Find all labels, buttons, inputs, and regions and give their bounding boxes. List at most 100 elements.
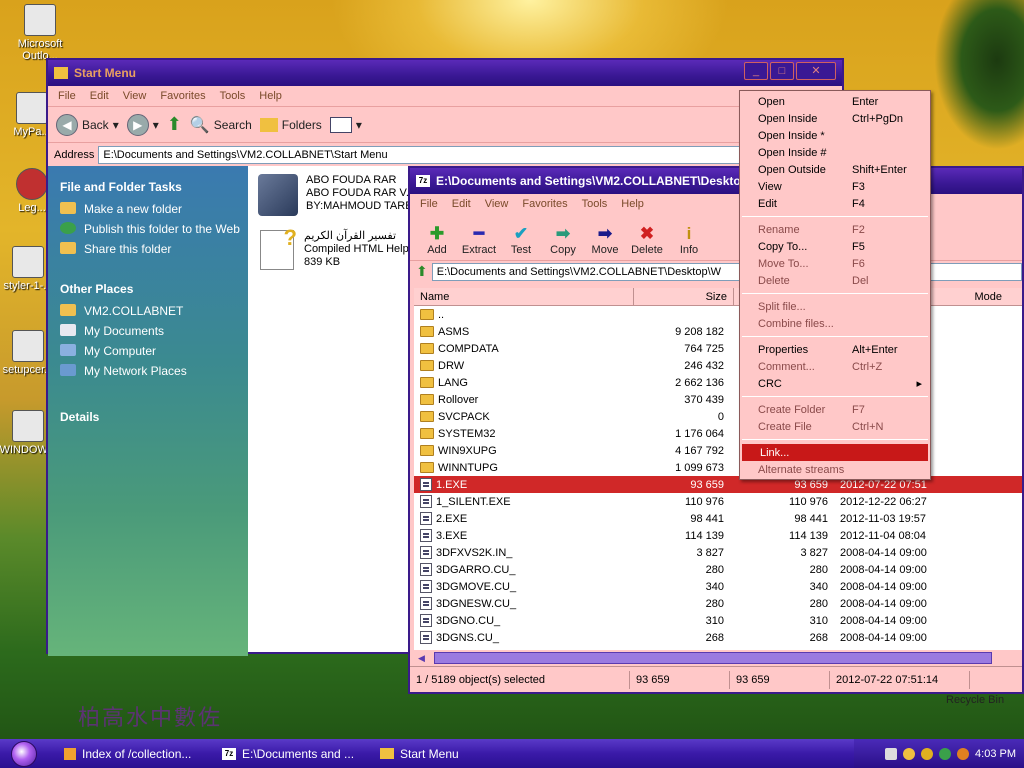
- sevenzip-address-input[interactable]: E:\Documents and Settings\VM2.COLLABNET\…: [431, 262, 1022, 281]
- search-icon[interactable]: [957, 747, 970, 760]
- details-title[interactable]: Details: [48, 382, 248, 430]
- table-row[interactable]: 3DGNO.CU_ 310 310 2008-04-14 09:00: [414, 612, 1022, 629]
- menu-item[interactable]: Create Folder F7: [740, 401, 930, 418]
- file-icon: [420, 563, 432, 576]
- menu-tools[interactable]: Tools: [582, 198, 608, 210]
- test-button[interactable]: ✔ Test: [502, 224, 540, 256]
- menu-help[interactable]: Help: [621, 198, 644, 210]
- taskbar-item-7zip[interactable]: 7z E:\Documents and ...: [214, 742, 364, 765]
- horizontal-scrollbar[interactable]: ◀: [414, 650, 1022, 666]
- table-row[interactable]: 3DGARRO.CU_ 280 280 2008-04-14 09:00: [414, 561, 1022, 578]
- menu-view[interactable]: View: [123, 90, 147, 102]
- menu-edit[interactable]: Edit: [90, 90, 109, 102]
- network-icon[interactable]: [939, 747, 952, 760]
- up-folder-icon[interactable]: ⬆: [416, 263, 428, 280]
- task-publish-web[interactable]: Publish this folder to the Web: [48, 220, 248, 240]
- table-row[interactable]: 3.EXE 114 139 114 139 2012-11-04 08:04: [414, 527, 1022, 544]
- menu-item[interactable]: Comment... Ctrl+Z: [740, 358, 930, 375]
- menu-edit[interactable]: Edit: [452, 198, 471, 210]
- recycle-bin-label[interactable]: Recycle Bin: [946, 694, 1004, 706]
- security-icon[interactable]: [921, 747, 934, 760]
- other-places-title[interactable]: Other Places: [48, 260, 248, 302]
- file-item-abo-fouda[interactable]: ABO FOUDA RAR ABO FOUDA RAR V.1 BY:MAHMO…: [258, 174, 420, 216]
- menu-item[interactable]: Delete Del: [740, 272, 930, 289]
- menu-item[interactable]: Properties Alt+Enter: [740, 341, 930, 358]
- taskbar-item-start-menu[interactable]: Start Menu: [372, 742, 522, 765]
- maximize-button[interactable]: □: [770, 62, 794, 80]
- menu-favorites[interactable]: Favorites: [160, 90, 205, 102]
- table-row[interactable]: 3DGNESW.CU_ 280 280 2008-04-14 09:00: [414, 595, 1022, 612]
- extract-button[interactable]: ━ Extract: [460, 224, 498, 256]
- file-folder-tasks-title[interactable]: File and Folder Tasks: [48, 166, 248, 200]
- folders-button[interactable]: Folders: [259, 117, 322, 132]
- search-button[interactable]: 🔍 Search: [190, 115, 252, 135]
- menu-item-label: Edit: [758, 197, 777, 210]
- scroll-left-icon[interactable]: ◀: [414, 653, 425, 664]
- clock[interactable]: 4:03 PM: [975, 748, 1016, 760]
- menu-item-shortcut: Shift+Enter: [852, 163, 907, 176]
- delete-button[interactable]: ✖ Delete: [628, 224, 666, 256]
- desktop-icon-outlook[interactable]: Microsoft Outlo...: [2, 4, 78, 62]
- menu-item[interactable]: Copy To... F5: [740, 238, 930, 255]
- keyboard-icon[interactable]: [885, 747, 898, 760]
- menu-favorites[interactable]: Favorites: [522, 198, 567, 210]
- place-my-network[interactable]: My Network Places: [48, 362, 248, 382]
- task-make-folder[interactable]: Make a new folder: [48, 200, 248, 220]
- menu-tools[interactable]: Tools: [220, 90, 246, 102]
- styler-icon: [12, 246, 44, 278]
- table-row[interactable]: 3DGNS.CU_ 268 268 2008-04-14 09:00: [414, 629, 1022, 646]
- menu-item[interactable]: View F3: [740, 178, 930, 195]
- views-button[interactable]: ▾: [329, 116, 362, 133]
- col-name[interactable]: Name: [414, 288, 634, 305]
- menu-item[interactable]: Open Inside *: [740, 127, 930, 144]
- col-size[interactable]: Size: [634, 288, 734, 305]
- cell-size: 0: [717, 410, 724, 423]
- minus-icon: ━: [473, 224, 485, 243]
- menu-item[interactable]: Edit F4: [740, 195, 930, 212]
- menu-item[interactable]: Rename F2: [740, 221, 930, 238]
- status-modified: 2012-07-22 07:51:14: [830, 670, 970, 689]
- start-button[interactable]: [0, 739, 48, 768]
- place-my-documents[interactable]: My Documents: [48, 322, 248, 342]
- menu-file[interactable]: File: [420, 198, 438, 210]
- table-row[interactable]: 3DFXVS2K.IN_ 3 827 3 827 2008-04-14 09:00: [414, 544, 1022, 561]
- minimize-button[interactable]: _: [744, 62, 768, 80]
- copy-button[interactable]: ➡ Copy: [544, 224, 582, 256]
- menu-item[interactable]: Move To... F6: [740, 255, 930, 272]
- menu-item[interactable]: Open Outside Shift+Enter: [740, 161, 930, 178]
- menu-item[interactable]: Combine files...: [740, 315, 930, 332]
- close-button[interactable]: ✕: [796, 62, 836, 80]
- table-row[interactable]: 1_SILENT.EXE 110 976 110 976 2012-12-22 06:…: [414, 493, 1022, 510]
- place-vm2[interactable]: VM2.COLLABNET: [48, 302, 248, 322]
- folder-icon: [420, 394, 434, 405]
- add-button[interactable]: ✚ Add: [418, 224, 456, 256]
- table-row[interactable]: 2.EXE 98 441 98 441 2012-11-03 19:57: [414, 510, 1022, 527]
- menu-item[interactable]: CRC ▸: [740, 375, 930, 392]
- forward-button[interactable]: ▶ ▾: [126, 113, 159, 136]
- place-my-computer[interactable]: My Computer: [48, 342, 248, 362]
- scrollbar-thumb[interactable]: [434, 652, 992, 664]
- back-button[interactable]: ◀ Back ▾: [56, 113, 119, 136]
- info-button[interactable]: i Info: [670, 224, 708, 256]
- tool-label: Info: [679, 244, 699, 256]
- menu-file[interactable]: File: [58, 90, 76, 102]
- taskbar-item-browser[interactable]: Index of /collection...: [56, 742, 206, 765]
- menu-help[interactable]: Help: [259, 90, 282, 102]
- menu-item[interactable]: Open Enter: [740, 93, 930, 110]
- menu-item[interactable]: Create File Ctrl+N: [740, 418, 930, 435]
- file-item-help[interactable]: ? تفسير القرآن الكريم Compiled HTML Help…: [260, 225, 409, 270]
- explorer-titlebar[interactable]: Start Menu: [48, 60, 842, 86]
- menu-item[interactable]: Open Inside #: [740, 144, 930, 161]
- move-button[interactable]: ➡ Move: [586, 224, 624, 256]
- menu-item[interactable]: Alternate streams: [740, 461, 930, 478]
- menu-item[interactable]: Open Inside Ctrl+PgDn: [740, 110, 930, 127]
- menu-view[interactable]: View: [485, 198, 509, 210]
- table-row[interactable]: 3DGMOVE.CU_ 340 340 2008-04-14 09:00: [414, 578, 1022, 595]
- shield-icon[interactable]: [903, 747, 916, 760]
- address-input[interactable]: E:\Documents and Settings\VM2.COLLABNET\…: [98, 145, 842, 164]
- menu-item[interactable]: Split file...: [740, 298, 930, 315]
- menu-item[interactable]: Link...: [742, 444, 928, 461]
- chevron-down-icon: ▾: [355, 117, 362, 132]
- up-button[interactable]: ⬆: [167, 114, 182, 135]
- task-share-folder[interactable]: Share this folder: [48, 240, 248, 260]
